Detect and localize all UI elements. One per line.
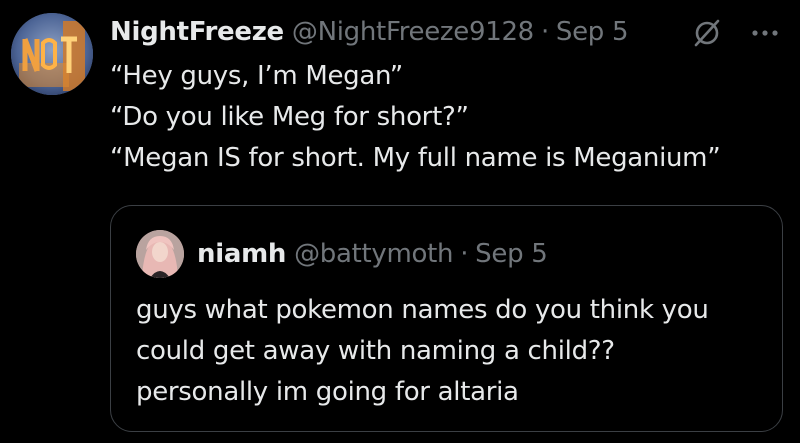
tweet-body: “Hey guys, I’m Megan” “Do you like Meg f… — [110, 56, 790, 179]
quote-author-handle: @battymoth — [294, 239, 454, 269]
quote-author-display-name: niamh — [197, 239, 287, 269]
tweet-header: NightFreeze @NightFreeze9128 · Sep 5 — [110, 14, 629, 50]
author-avatar-image — [11, 13, 93, 95]
header-separator: · — [540, 17, 549, 47]
quote-header-separator: · — [460, 239, 469, 269]
quote-author-avatar-image — [136, 230, 184, 278]
quote-date: Sep 5 — [475, 239, 548, 269]
tweet-line: “Hey guys, I’m Megan” — [110, 61, 403, 91]
quote-line: guys what pokemon names do you think you — [136, 295, 709, 325]
quote-header: niamh @battymoth · Sep 5 — [197, 236, 548, 272]
author-handle[interactable]: @NightFreeze9128 — [292, 17, 534, 47]
grok-icon[interactable] — [692, 18, 722, 48]
quote-author-avatar — [136, 230, 184, 278]
tweet-date[interactable]: Sep 5 — [556, 17, 629, 47]
tweet-line: “Do you like Meg for short?” — [110, 102, 469, 132]
author-display-name[interactable]: NightFreeze — [110, 17, 284, 47]
tweet-line: “Megan IS for short. My full name is Meg… — [110, 143, 721, 173]
quote-line: personally im going for altaria — [136, 377, 519, 407]
author-avatar[interactable] — [11, 13, 93, 95]
more-options-icon[interactable] — [748, 20, 782, 46]
quote-line: could get away with naming a child?? — [136, 336, 615, 366]
quoted-tweet-card[interactable]: niamh @battymoth · Sep 5 guys what pokem… — [110, 205, 783, 432]
quote-body: guys what pokemon names do you think you… — [136, 290, 776, 413]
